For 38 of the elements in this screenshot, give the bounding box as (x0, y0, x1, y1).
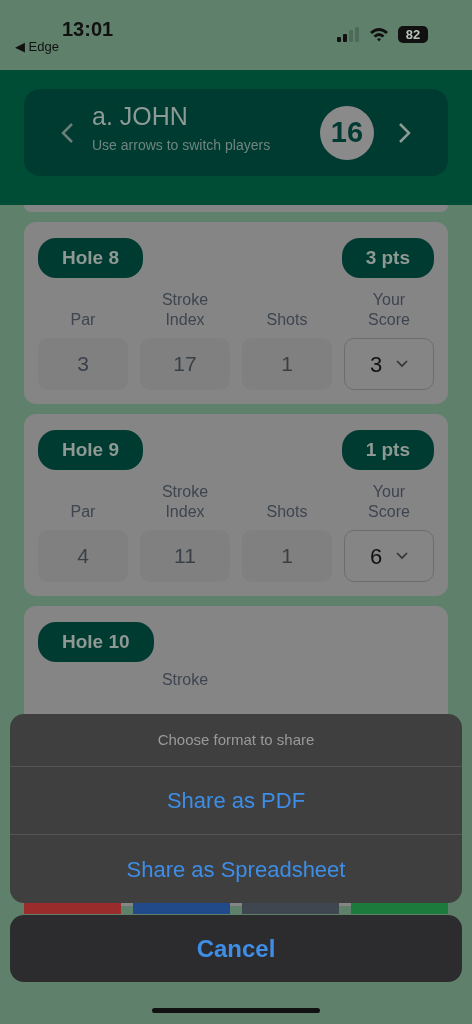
points-badge: 1 pts (341, 430, 434, 470)
share-option[interactable]: Share as Spreadsheet (10, 835, 462, 903)
hole-badge: Hole 9 (38, 430, 144, 470)
next-player-icon[interactable] (398, 121, 412, 144)
back-to-app-link[interactable]: ◀ Edge (15, 37, 59, 57)
cancel-button[interactable]: Cancel (10, 915, 462, 982)
sheet-title: Choose format to share (10, 714, 462, 767)
column-label: Stroke Index (160, 482, 210, 522)
column-label: Par (70, 310, 96, 330)
total-score-badge: 16 (320, 105, 374, 160)
readonly-field: 11 (140, 530, 230, 582)
chevron-down-icon (396, 360, 409, 368)
signal-icon (337, 27, 360, 42)
column-label: Stroke Index (160, 290, 210, 330)
column-label: Stroke (161, 670, 209, 690)
hole-badge: Hole 10 (38, 622, 154, 662)
score-select[interactable]: 6 (344, 530, 434, 582)
wifi-icon (369, 27, 389, 42)
previous-player-icon[interactable] (60, 121, 74, 144)
share-option[interactable]: Share as PDF (10, 767, 462, 835)
points-badge: 3 pts (341, 238, 434, 278)
readonly-field: 3 (38, 338, 128, 390)
player-name: a. JOHN (92, 101, 189, 131)
column-label: Par (70, 502, 96, 522)
hole-badge: Hole 8 (38, 238, 144, 278)
player-hint: Use arrows to switch players (92, 136, 272, 155)
readonly-field: 17 (140, 338, 230, 390)
readonly-field: 1 (242, 530, 332, 582)
chevron-down-icon (396, 552, 409, 560)
score-select[interactable]: 3 (344, 338, 434, 390)
column-label: Your Score (367, 290, 411, 330)
battery-indicator: 82 (398, 26, 428, 43)
column-label: Shots (266, 310, 308, 330)
column-label: Your Score (367, 482, 411, 522)
status-time: 13:01 (62, 17, 114, 42)
readonly-field: 1 (242, 338, 332, 390)
column-label: Shots (266, 502, 308, 522)
readonly-field: 4 (38, 530, 128, 582)
